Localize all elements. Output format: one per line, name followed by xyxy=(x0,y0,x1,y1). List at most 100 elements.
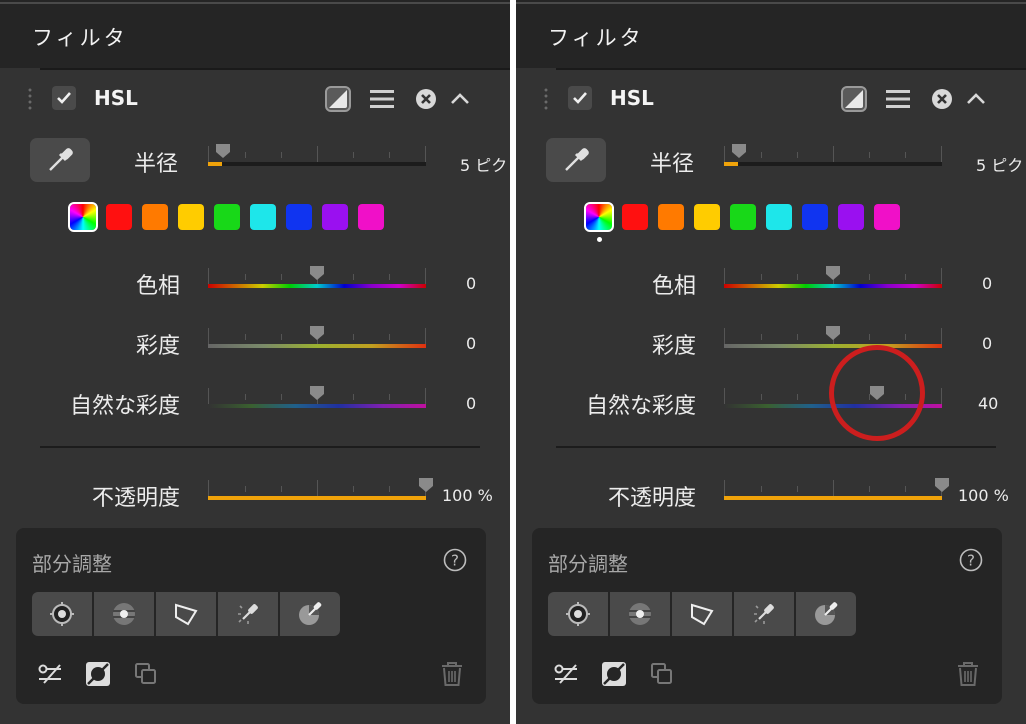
radial-filter-icon xyxy=(113,603,135,625)
panel-header: フィルタ xyxy=(516,0,1026,68)
mask-toggle-icon[interactable] xyxy=(84,660,112,688)
local-adjustment-title: 部分調整 xyxy=(32,552,112,576)
radial-filter-button[interactable] xyxy=(94,592,154,636)
help-icon[interactable]: ? xyxy=(443,548,467,572)
opacity-slider[interactable] xyxy=(724,478,949,506)
drag-handle-icon[interactable] xyxy=(28,87,32,111)
mask-toggle-icon[interactable] xyxy=(600,660,628,688)
swatch-green[interactable] xyxy=(730,204,756,230)
panel-title: フィルタ xyxy=(548,26,644,50)
brush-button[interactable] xyxy=(734,592,794,636)
opacity-value: 100 % xyxy=(442,486,493,505)
swatch-magenta[interactable] xyxy=(358,204,384,230)
swatch-purple[interactable] xyxy=(838,204,864,230)
saturation-slider[interactable] xyxy=(208,326,426,354)
opacity-value: 100 % xyxy=(958,486,1009,505)
brush-icon xyxy=(238,604,258,624)
control-point-icon xyxy=(50,602,74,626)
filter-panel-after: フィルタ HSL 半径 5 ピク 色相 0 彩度 0 自然な彩度 40 不透明度… xyxy=(516,0,1026,724)
control-point-icon xyxy=(566,602,590,626)
trash-icon[interactable] xyxy=(438,660,466,688)
saturation-value: 0 xyxy=(982,334,993,353)
chevron-up-icon[interactable] xyxy=(962,85,990,113)
header-divider xyxy=(40,68,510,70)
saturation-label: 彩度 xyxy=(651,334,696,359)
filter-name: HSL xyxy=(94,86,138,110)
saturation-value: 0 xyxy=(466,334,477,353)
filter-enable-checkbox[interactable] xyxy=(52,86,76,110)
trash-icon[interactable] xyxy=(954,660,982,688)
swatch-magenta[interactable] xyxy=(874,204,900,230)
swatch-blue[interactable] xyxy=(802,204,828,230)
filter-enable-checkbox[interactable] xyxy=(568,86,592,110)
swatch-cyan[interactable] xyxy=(250,204,276,230)
swatch-all-colors[interactable] xyxy=(68,202,98,232)
radius-slider[interactable] xyxy=(724,144,942,172)
swatch-orange[interactable] xyxy=(142,204,168,230)
control-point-button[interactable] xyxy=(32,592,92,636)
close-circle-icon[interactable] xyxy=(412,85,440,113)
swatch-all-colors[interactable] xyxy=(584,202,614,232)
hue-value: 0 xyxy=(466,274,477,293)
swatch-green[interactable] xyxy=(214,204,240,230)
link-edit-icon[interactable] xyxy=(36,660,64,688)
close-circle-icon[interactable] xyxy=(928,85,956,113)
radius-value: 5 ピク xyxy=(460,156,508,175)
opacity-slider[interactable] xyxy=(208,478,433,506)
eyedropper-button[interactable] xyxy=(30,138,90,182)
mask-square-icon[interactable] xyxy=(324,85,352,113)
swatch-orange[interactable] xyxy=(658,204,684,230)
local-adjustment-title: 部分調整 xyxy=(548,552,628,576)
control-point-button[interactable] xyxy=(548,592,608,636)
saturation-label: 彩度 xyxy=(135,334,180,359)
hue-label: 色相 xyxy=(135,274,180,299)
mask-square-icon[interactable] xyxy=(840,85,868,113)
hue-slider[interactable] xyxy=(208,266,426,294)
gradient-button[interactable] xyxy=(280,592,340,636)
local-adjustment-box: 部分調整 ? xyxy=(532,528,1002,704)
svg-text:?: ? xyxy=(451,552,459,570)
swatch-yellow[interactable] xyxy=(694,204,720,230)
radius-value: 5 ピク xyxy=(976,156,1024,175)
vibrance-label: 自然な彩度 xyxy=(585,394,696,419)
swatch-cyan[interactable] xyxy=(766,204,792,230)
polygon-icon xyxy=(175,603,198,626)
polygon-button[interactable] xyxy=(672,592,732,636)
filter-name: HSL xyxy=(610,86,654,110)
gradient-icon xyxy=(299,602,322,625)
radius-label: 半径 xyxy=(133,152,178,177)
eyedropper-button[interactable] xyxy=(546,138,606,182)
panel-title: フィルタ xyxy=(32,26,128,50)
section-divider xyxy=(556,446,996,448)
swatch-purple[interactable] xyxy=(322,204,348,230)
gradient-button[interactable] xyxy=(796,592,856,636)
menu-lines-icon[interactable] xyxy=(884,85,912,113)
polygon-button[interactable] xyxy=(156,592,216,636)
vibrance-slider[interactable] xyxy=(208,386,426,414)
brush-button[interactable] xyxy=(218,592,278,636)
chevron-up-icon[interactable] xyxy=(446,85,474,113)
checkbox-check-icon xyxy=(573,92,587,104)
vibrance-label: 自然な彩度 xyxy=(69,394,180,419)
swatch-red[interactable] xyxy=(106,204,132,230)
swatch-blue[interactable] xyxy=(286,204,312,230)
eyedropper-icon xyxy=(49,148,73,171)
radius-slider[interactable] xyxy=(208,144,426,172)
hue-value: 0 xyxy=(982,274,993,293)
section-divider xyxy=(40,446,480,448)
saturation-slider[interactable] xyxy=(724,326,942,354)
menu-lines-icon[interactable] xyxy=(368,85,396,113)
header-divider xyxy=(556,68,1026,70)
gradient-icon xyxy=(815,602,838,625)
help-icon[interactable]: ? xyxy=(959,548,983,572)
drag-handle-icon[interactable] xyxy=(544,87,548,111)
eyedropper-icon xyxy=(565,148,589,171)
swatch-yellow[interactable] xyxy=(178,204,204,230)
hue-label: 色相 xyxy=(651,274,696,299)
link-edit-icon[interactable] xyxy=(552,660,580,688)
copy-icon[interactable] xyxy=(132,660,160,688)
copy-icon[interactable] xyxy=(648,660,676,688)
hue-slider[interactable] xyxy=(724,266,942,294)
swatch-red[interactable] xyxy=(622,204,648,230)
radial-filter-button[interactable] xyxy=(610,592,670,636)
